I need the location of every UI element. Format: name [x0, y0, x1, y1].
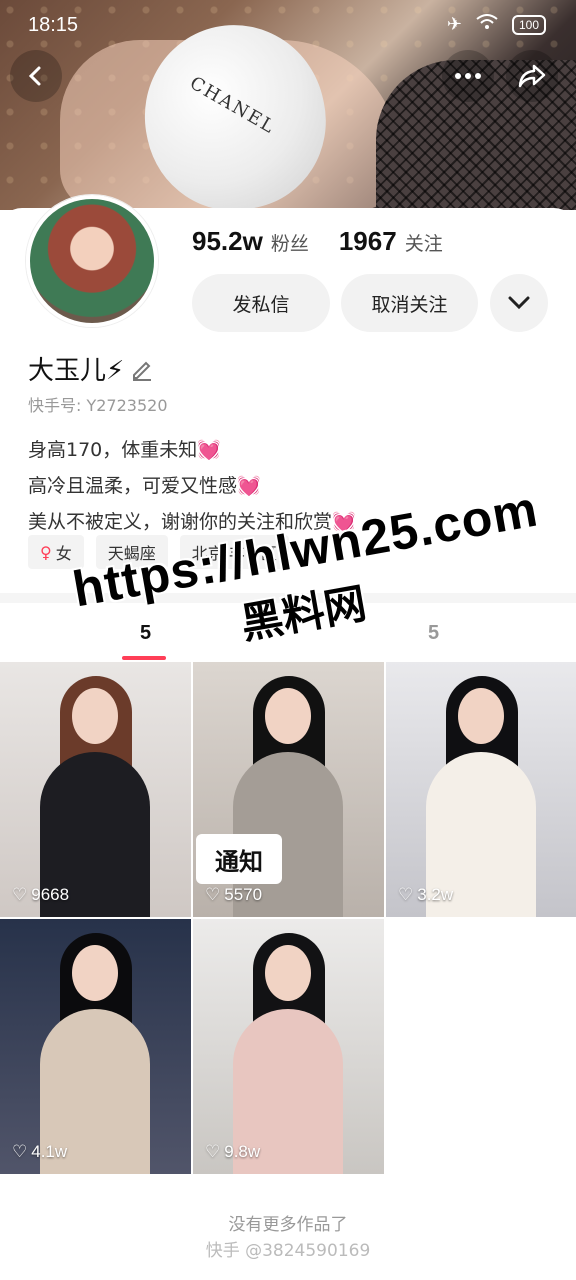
wifi-icon	[476, 14, 498, 35]
video-tile[interactable]: ♡ 4.1w	[0, 919, 191, 1174]
video-figure-face	[458, 688, 504, 744]
video-figure-face	[72, 688, 118, 744]
message-button[interactable]: 发私信	[192, 274, 330, 332]
likes-count: 9668	[31, 885, 70, 904]
bio-line: 身高170，体重未知💓	[28, 439, 221, 461]
profile-name: 大玉儿⚡	[28, 356, 125, 386]
tab-likes[interactable]: 5	[428, 622, 439, 645]
status-icons: ✈ 100	[447, 14, 546, 35]
heart-icon: ♡	[12, 1142, 28, 1161]
heart-icon: ♡	[398, 885, 414, 904]
profile-name-row: 大玉儿⚡	[28, 350, 154, 387]
video-tile[interactable]: ♡ 9668	[0, 662, 191, 917]
heart-icon: ♡	[12, 885, 28, 904]
fans-stat[interactable]: 95.2w 粉丝	[192, 226, 309, 257]
chevron-down-icon	[508, 296, 530, 310]
unfollow-button[interactable]: 取消关注	[341, 274, 478, 332]
likes-count: 5570	[224, 885, 263, 904]
video-likes: ♡ 5570	[205, 885, 262, 905]
video-figure-face	[265, 688, 311, 744]
following-stat[interactable]: 1967 关注	[339, 226, 443, 257]
battery-indicator: 100	[511, 14, 546, 35]
expand-button[interactable]	[490, 274, 548, 332]
bio-line: 高冷且温柔，可爱又性感💓	[28, 475, 261, 497]
fans-label: 粉丝	[270, 233, 309, 255]
tab-indicator	[122, 656, 166, 660]
notice-badge[interactable]: 通知	[196, 834, 282, 884]
video-tile[interactable]: ♡ 3.2w	[386, 662, 576, 917]
share-icon	[518, 64, 546, 88]
fans-count: 95.2w	[192, 226, 263, 256]
status-bar: 18:15 ✈ 100	[0, 0, 576, 52]
video-figure-face	[72, 945, 118, 1001]
no-more-text: 没有更多作品了	[228, 1215, 348, 1235]
profile-stats: 95.2w 粉丝 1967 关注	[192, 226, 443, 257]
video-figure-face	[265, 945, 311, 1001]
video-likes: ♡ 3.2w	[398, 885, 453, 905]
likes-count: 3.2w	[417, 885, 454, 904]
video-likes: ♡ 9.8w	[205, 1142, 260, 1162]
status-time: 18:15	[28, 14, 79, 36]
footer-credit: 快手 @3824590169	[205, 1241, 371, 1261]
heart-icon: ♡	[205, 1142, 221, 1161]
video-likes: ♡ 9668	[12, 885, 69, 905]
likes-count: 9.8w	[224, 1142, 261, 1161]
edit-icon[interactable]	[130, 357, 154, 381]
heart-icon: ♡	[205, 885, 221, 904]
video-tile[interactable]: ♡ 9.8w	[193, 919, 384, 1174]
following-label: 关注	[404, 233, 443, 255]
kuaishou-id: 快手号: Y2723520	[28, 396, 168, 415]
back-icon	[28, 66, 41, 86]
video-likes: ♡ 4.1w	[12, 1142, 67, 1162]
tab-works[interactable]: 5	[140, 622, 151, 645]
female-icon: ♀	[40, 542, 52, 562]
more-button[interactable]	[442, 50, 494, 102]
likes-count: 4.1w	[31, 1142, 68, 1161]
back-button[interactable]	[10, 50, 62, 102]
share-button[interactable]	[506, 50, 558, 102]
avatar[interactable]	[26, 195, 158, 327]
airplane-icon: ✈	[446, 14, 462, 35]
more-icon	[455, 73, 481, 79]
following-count: 1967	[338, 226, 397, 256]
